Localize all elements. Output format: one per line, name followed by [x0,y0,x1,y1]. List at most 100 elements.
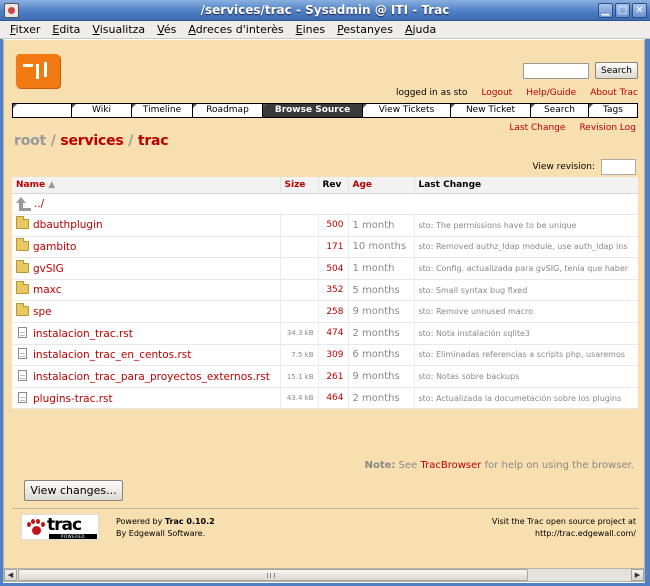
window-title-bar[interactable]: /services/trac - Sysadmin @ ITI - Trac ▁… [0,0,650,21]
row-name-cell: gvSIG [12,257,280,280]
row-rev-link[interactable]: 309 [317,344,348,367]
row-name-link[interactable]: instalacion_trac.rst [33,328,133,340]
header-age-label[interactable]: Age [353,180,373,190]
edgewall-text: By Edgewall Software. [116,529,206,538]
view-revision: View revision: [532,159,636,175]
row-name-link[interactable]: instalacion_trac_para_proyectos_externos… [33,371,270,383]
scroll-left-icon[interactable]: ◀ [4,569,17,581]
nav-item-view-tickets[interactable]: View Tickets [362,104,450,117]
table-row[interactable]: dbauthplugin 500 1 month sto: The permissio… [12,214,638,237]
row-rev-link[interactable]: 500 [317,214,348,237]
scrollbar-thumb[interactable] [18,569,528,581]
header-age[interactable]: Age [347,177,414,194]
nav-item-search[interactable]: Search [530,104,588,117]
row-age: 5 months [347,279,414,302]
table-row[interactable]: instalacion_trac.rst 34.3 kB 474 2 months st… [12,322,638,345]
revision-input[interactable] [601,159,636,175]
row-name-link[interactable]: dbauthplugin [33,219,103,231]
row-rev-link[interactable]: 261 [317,365,348,388]
view-changes-button[interactable]: View changes... [24,480,123,501]
header-name[interactable]: Name ▲ [12,177,280,194]
last-change-link[interactable]: Last Change [509,123,565,133]
row-name-link[interactable]: maxc [33,284,61,296]
breadcrumb-trac[interactable]: trac [138,133,169,149]
row-change-text: sto: Eliminadas referencias a scripts ph… [418,350,626,360]
row-name-link[interactable]: gambito [33,241,76,253]
revision-log-link[interactable]: Revision Log [579,123,636,133]
row-rev-link[interactable]: 504 [317,257,348,280]
row-rev-link[interactable]: 171 [317,236,348,259]
row-age: 1 month [347,214,414,237]
trac-powered-logo[interactable]: trac POWERED [21,514,99,540]
parent-dir-row[interactable]: ../ [12,193,638,216]
browser-content: Search logged in as sto Logout Help/Guid… [3,40,645,568]
maximize-icon[interactable]: □ [615,3,630,18]
row-rev-link[interactable]: 464 [317,387,348,410]
file-icon [18,391,27,403]
window-border-right [645,21,650,586]
file-icon [18,348,27,360]
row-name-link[interactable]: spe [33,306,52,318]
trac-url-link[interactable]: http://trac.edgewall.com/ [535,529,636,538]
menu-fitxer[interactable]: Fitxer [4,21,46,38]
row-name-link[interactable]: instalacion_trac_en_centos.rst [33,349,191,361]
menu-adreces[interactable]: Adreces d'interès [182,21,289,38]
row-rev-link[interactable]: 352 [317,279,348,302]
breadcrumb-root[interactable]: root [14,133,46,149]
table-row[interactable]: gambito 171 10 months sto: Removed authz_ld… [12,236,638,259]
trac-version-link[interactable]: Trac 0.10.2 [165,517,215,526]
nav-item-new-ticket[interactable]: New Ticket [450,104,530,117]
parent-dir-link[interactable]: ../ [34,198,44,210]
nav-item-tags[interactable]: Tags [588,104,637,117]
menu-edita[interactable]: Edita [46,21,86,38]
menu-ves[interactable]: Vés [151,21,182,38]
minimize-icon[interactable]: ▁ [598,3,613,18]
file-icon [18,326,27,338]
folder-icon [16,237,29,251]
row-size: 34.3 kB [279,322,318,345]
nav-item-wiki[interactable]: Wiki [71,104,131,117]
header-size[interactable]: Size [279,177,318,194]
header-name-label[interactable]: Name [16,180,45,190]
tracbrowser-link[interactable]: TracBrowser [420,460,481,471]
header-size-label[interactable]: Size [285,180,306,190]
grip-icon [267,573,275,578]
trac-page: Search logged in as sto Logout Help/Guid… [10,40,640,568]
table-row[interactable]: spe 258 9 months sto: Remove unnused macro [12,300,638,324]
row-last-change: sto: Small syntax bug fixed [413,279,638,302]
about-trac-link[interactable]: About Trac [590,88,638,98]
menu-ajuda[interactable]: Ajuda [399,21,442,38]
trac-project-logo[interactable] [16,54,60,88]
nav-item-blank[interactable] [13,104,71,117]
logout-link[interactable]: Logout [481,88,512,98]
row-size [279,279,318,302]
listing-header-row: Name ▲ Size Rev Age Last Change [12,177,638,194]
row-name-link[interactable]: gvSIG [33,263,64,275]
window-controls: ▁ □ ✕ [598,3,647,18]
menu-pestanyes[interactable]: Pestanyes [331,21,399,38]
horizontal-scrollbar[interactable]: ◀ ▶ [3,568,645,582]
table-row[interactable]: maxc 352 5 months sto: Small syntax bug fix… [12,279,638,302]
row-age: 10 months [347,236,414,259]
scroll-right-icon[interactable]: ▶ [631,569,644,581]
row-last-change: sto: Config. actualizada para gvSIG, ten… [413,257,638,280]
close-icon[interactable]: ✕ [632,3,647,18]
table-row[interactable]: instalacion_trac_en_centos.rst 7.5 kB 309 6… [12,344,638,367]
nav-item-roadmap[interactable]: Roadmap [192,104,262,117]
row-rev-link[interactable]: 258 [317,300,348,324]
breadcrumb-services[interactable]: services [60,133,123,149]
row-name-link[interactable]: plugins-trac.rst [33,393,113,405]
table-row[interactable]: plugins-trac.rst 43.4 kB 464 2 months sto: A… [12,387,638,410]
row-size: 7.5 kB [279,344,318,367]
menu-visualitza[interactable]: Visualitza [86,21,151,38]
nav-item-browse-source[interactable]: Browse Source [262,104,362,117]
nav-item-timeline[interactable]: Timeline [131,104,192,117]
menu-eines[interactable]: Eines [290,21,331,38]
search-button[interactable]: Search [595,62,638,79]
table-row[interactable]: instalacion_trac_para_proyectos_externos… [12,365,638,388]
table-row[interactable]: gvSIG 504 1 month sto: Config. actualizada … [12,257,638,280]
row-rev-link[interactable]: 474 [317,322,348,345]
search-input[interactable] [523,63,589,79]
row-name-cell: spe [12,300,280,324]
help-guide-link[interactable]: Help/Guide [526,88,576,98]
